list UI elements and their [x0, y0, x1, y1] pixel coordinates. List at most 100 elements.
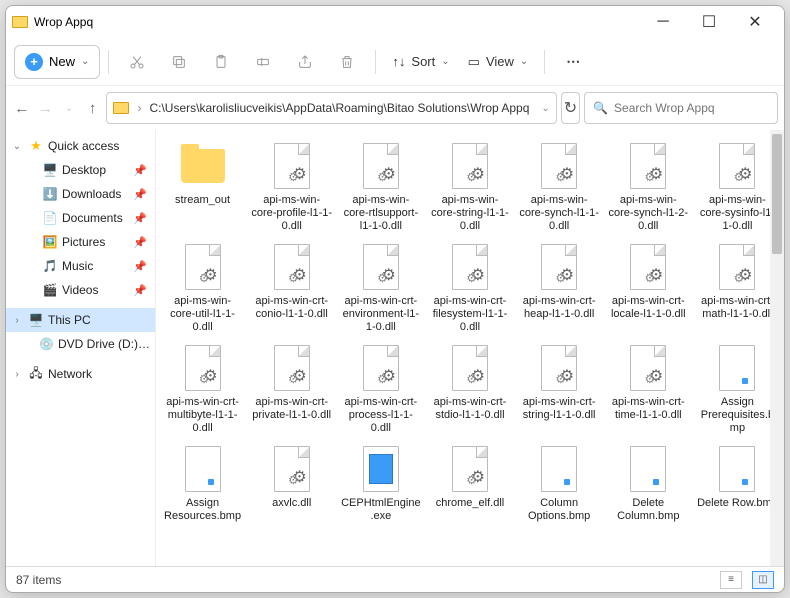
network-icon: 🖧	[28, 366, 44, 382]
file-item[interactable]: axvlc.dll	[249, 441, 334, 527]
close-button[interactable]: ✕	[732, 6, 778, 38]
dll-icon	[452, 446, 488, 492]
back-button[interactable]: ←	[12, 91, 32, 125]
cut-button[interactable]	[117, 45, 157, 79]
folder-icon: 🎵	[42, 258, 58, 274]
disc-icon: 💿	[39, 336, 54, 352]
dll-icon	[363, 244, 399, 290]
maximize-button[interactable]: ☐	[686, 6, 732, 38]
file-label: api-ms-win-core-synch-l1-1-0.dll	[519, 194, 600, 233]
file-pane[interactable]: stream_out api-ms-win-core-profile-l1-1-0…	[156, 130, 784, 566]
chevron-right-icon[interactable]: ›	[10, 369, 24, 380]
file-item[interactable]: api-ms-win-crt-filesystem-l1-1-0.dll	[427, 239, 512, 338]
dll-icon	[274, 143, 310, 189]
scrollbar-thumb[interactable]	[772, 134, 782, 254]
view-button[interactable]: ▭ View ⌄	[460, 45, 537, 79]
status-bar: 87 items ≡ ◫	[6, 566, 784, 592]
file-item[interactable]: api-ms-win-crt-locale-l1-1-0.dll	[606, 239, 691, 338]
sidebar-item-this-pc[interactable]: › 🖥️ This PC	[6, 308, 155, 332]
chevron-down-icon[interactable]: ⌄	[10, 141, 24, 152]
file-label: stream_out	[175, 194, 230, 207]
sidebar-item-dvd[interactable]: › 💿 DVD Drive (D:) CCCC	[6, 332, 155, 356]
file-item[interactable]: api-ms-win-crt-stdio-l1-1-0.dll	[427, 340, 512, 439]
chevron-right-icon[interactable]: ›	[10, 315, 24, 326]
dll-icon	[274, 244, 310, 290]
sidebar-item-music[interactable]: ›🎵Music📌	[6, 254, 155, 278]
search-input[interactable]: 🔍	[584, 92, 778, 124]
refresh-button[interactable]: ↻	[561, 92, 580, 124]
details-view-button[interactable]: ≡	[720, 571, 742, 589]
file-item[interactable]: Assign Resources.bmp	[160, 441, 245, 527]
sidebar-item-quick-access[interactable]: ⌄ ★ Quick access	[6, 134, 155, 158]
file-item[interactable]: api-ms-win-core-rtlsupport-l1-1-0.dll	[338, 138, 423, 237]
search-field[interactable]	[614, 101, 769, 115]
file-label: api-ms-win-core-synch-l1-2-0.dll	[608, 194, 689, 233]
dll-icon	[452, 345, 488, 391]
recent-button[interactable]: ⌄	[59, 91, 79, 125]
sidebar-item-downloads[interactable]: ›⬇️Downloads📌	[6, 182, 155, 206]
bmp-icon	[719, 345, 755, 391]
file-item[interactable]: api-ms-win-crt-private-l1-1-0.dll	[249, 340, 334, 439]
dll-icon	[719, 143, 755, 189]
file-item[interactable]: api-ms-win-crt-multibyte-l1-1-0.dll	[160, 340, 245, 439]
sidebar-item-desktop[interactable]: ›🖥️Desktop📌	[6, 158, 155, 182]
file-item[interactable]: api-ms-win-crt-math-l1-1-0.dll	[695, 239, 780, 338]
file-label: api-ms-win-core-string-l1-1-0.dll	[429, 194, 510, 233]
file-item[interactable]: api-ms-win-core-profile-l1-1-0.dll	[249, 138, 334, 237]
file-item[interactable]: api-ms-win-crt-process-l1-1-0.dll	[338, 340, 423, 439]
chevron-down-icon[interactable]: ⌄	[541, 103, 549, 114]
sort-button[interactable]: ↑↓ Sort ⌄	[384, 45, 457, 79]
file-label: Delete Row.bmp	[697, 497, 778, 510]
file-item[interactable]: stream_out	[160, 138, 245, 237]
file-item[interactable]: api-ms-win-crt-conio-l1-1-0.dll	[249, 239, 334, 338]
file-item[interactable]: api-ms-win-core-string-l1-1-0.dll	[427, 138, 512, 237]
sidebar-item-pictures[interactable]: ›🖼️Pictures📌	[6, 230, 155, 254]
minimize-button[interactable]: ─	[640, 6, 686, 38]
dll-icon	[541, 143, 577, 189]
file-item[interactable]: api-ms-win-core-sysinfo-l1-1-0.dll	[695, 138, 780, 237]
dll-icon	[630, 244, 666, 290]
bmp-icon	[630, 446, 666, 492]
share-button[interactable]	[285, 45, 325, 79]
copy-button[interactable]	[159, 45, 199, 79]
file-item[interactable]: CEPHtmlEngine.exe	[338, 441, 423, 527]
file-item[interactable]: api-ms-win-core-synch-l1-1-0.dll	[517, 138, 602, 237]
file-item[interactable]: Column Options.bmp	[517, 441, 602, 527]
rename-button[interactable]	[243, 45, 283, 79]
file-item[interactable]: Delete Column.bmp	[606, 441, 691, 527]
icons-view-button[interactable]: ◫	[752, 571, 774, 589]
file-item[interactable]: api-ms-win-core-synch-l1-2-0.dll	[606, 138, 691, 237]
sidebar-item-network[interactable]: › 🖧 Network	[6, 362, 155, 386]
file-item[interactable]: chrome_elf.dll	[427, 441, 512, 527]
file-label: api-ms-win-crt-filesystem-l1-1-0.dll	[429, 295, 510, 334]
paste-button[interactable]	[201, 45, 241, 79]
file-item[interactable]: api-ms-win-core-util-l1-1-0.dll	[160, 239, 245, 338]
file-label: axvlc.dll	[272, 497, 311, 510]
sidebar-item-documents[interactable]: ›📄Documents📌	[6, 206, 155, 230]
address-bar-row: ← → ⌄ ↑ › C:\Users\karolisliucveikis\App…	[6, 86, 784, 130]
file-item[interactable]: api-ms-win-crt-time-l1-1-0.dll	[606, 340, 691, 439]
up-button[interactable]: ↑	[83, 91, 103, 125]
search-icon: 🔍	[593, 101, 608, 115]
more-button[interactable]: ⋯	[553, 45, 593, 79]
file-item[interactable]: api-ms-win-crt-environment-l1-1-0.dll	[338, 239, 423, 338]
file-label: Column Options.bmp	[519, 497, 600, 523]
forward-button[interactable]: →	[36, 91, 56, 125]
file-item[interactable]: api-ms-win-crt-string-l1-1-0.dll	[517, 340, 602, 439]
dll-icon	[452, 244, 488, 290]
file-item[interactable]: Assign Prerequisites.bmp	[695, 340, 780, 439]
folder-icon: ⬇️	[42, 186, 58, 202]
sidebar-item-videos[interactable]: ›🎬Videos📌	[6, 278, 155, 302]
new-button[interactable]: + New ⌄	[14, 45, 100, 79]
delete-button[interactable]	[327, 45, 367, 79]
scrollbar[interactable]	[770, 130, 784, 566]
file-item[interactable]: Delete Row.bmp	[695, 441, 780, 527]
chevron-down-icon: ⌄	[81, 56, 89, 67]
folder-icon: 📄	[42, 210, 58, 226]
dll-icon	[185, 345, 221, 391]
address-bar[interactable]: › C:\Users\karolisliucveikis\AppData\Roa…	[106, 92, 556, 124]
titlebar[interactable]: Wrop Appq ─ ☐ ✕	[6, 6, 784, 38]
file-label: api-ms-win-crt-locale-l1-1-0.dll	[608, 295, 689, 321]
file-item[interactable]: api-ms-win-crt-heap-l1-1-0.dll	[517, 239, 602, 338]
file-label: Assign Resources.bmp	[162, 497, 243, 523]
